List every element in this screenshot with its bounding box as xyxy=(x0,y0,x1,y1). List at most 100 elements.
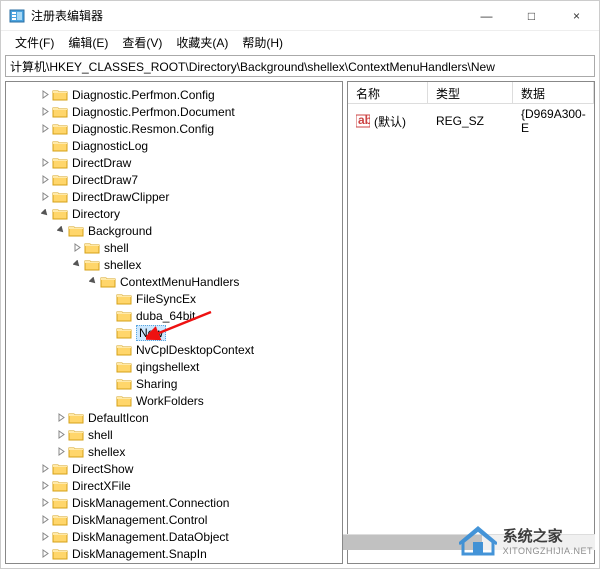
svg-text:ab: ab xyxy=(358,114,370,127)
expand-icon[interactable] xyxy=(38,462,52,476)
address-bar[interactable]: 计算机\HKEY_CLASSES_ROOT\Directory\Backgrou… xyxy=(5,55,595,77)
tree-label: duba_64bit xyxy=(136,309,195,323)
collapse-icon[interactable] xyxy=(70,258,84,272)
tree-item[interactable]: DiagnosticLog xyxy=(6,137,342,154)
tree-item[interactable]: New xyxy=(6,324,342,341)
tree-label: DiagnosticLog xyxy=(72,139,148,153)
collapse-icon[interactable] xyxy=(54,224,68,238)
tree-label: Background xyxy=(88,224,152,238)
tree-item[interactable]: NvCplDesktopContext xyxy=(6,341,342,358)
tree-label: DirectXFile xyxy=(72,479,131,493)
list-header: 名称 类型 数据 xyxy=(348,82,594,104)
tree-item[interactable]: DirectXFile xyxy=(6,477,342,494)
tree-label: Diagnostic.Resmon.Config xyxy=(72,122,214,136)
tree-item[interactable]: DefaultIcon xyxy=(6,409,342,426)
tree-label: DiskManagement.Connection xyxy=(72,496,229,510)
maximize-button[interactable]: □ xyxy=(509,1,554,30)
tree-label: New xyxy=(136,325,166,341)
menu-bar: 文件(F) 编辑(E) 查看(V) 收藏夹(A) 帮助(H) xyxy=(1,31,599,53)
expand-icon[interactable] xyxy=(38,190,52,204)
watermark-cn: 系统之家 xyxy=(503,525,593,546)
tree-item[interactable]: Diagnostic.Resmon.Config xyxy=(6,120,342,137)
list-row[interactable]: ab (默认) REG_SZ {D969A300-E xyxy=(348,104,594,138)
tree-item[interactable]: FileSyncEx xyxy=(6,290,342,307)
tree-item[interactable]: Sharing xyxy=(6,375,342,392)
tree-label: DirectShow xyxy=(72,462,133,476)
expand-icon[interactable] xyxy=(54,411,68,425)
expand-icon[interactable] xyxy=(38,513,52,527)
expand-icon[interactable] xyxy=(38,530,52,544)
address-text: 计算机\HKEY_CLASSES_ROOT\Directory\Backgrou… xyxy=(10,58,495,75)
menu-file[interactable]: 文件(F) xyxy=(9,32,60,53)
tree-label: shellex xyxy=(88,445,125,459)
expand-icon[interactable] xyxy=(70,241,84,255)
expand-icon[interactable] xyxy=(38,479,52,493)
collapse-icon[interactable] xyxy=(38,207,52,221)
tree-label: DirectDrawClipper xyxy=(72,190,169,204)
tree-item[interactable]: shell xyxy=(6,426,342,443)
tree-item[interactable]: Background xyxy=(6,222,342,239)
tree-item[interactable]: qingshellext xyxy=(6,358,342,375)
tree-label: ContextMenuHandlers xyxy=(120,275,239,289)
tree-item[interactable]: shellex xyxy=(6,443,342,460)
expand-icon[interactable] xyxy=(54,428,68,442)
tree-item[interactable]: DiskManagement.SnapIn xyxy=(6,545,342,562)
expand-icon[interactable] xyxy=(38,173,52,187)
value-type: REG_SZ xyxy=(436,114,484,128)
tree-item[interactable]: duba_64bit xyxy=(6,307,342,324)
menu-favorites[interactable]: 收藏夹(A) xyxy=(170,32,234,53)
tree-item[interactable]: Directory xyxy=(6,205,342,222)
tree-item[interactable]: DirectDrawClipper xyxy=(6,188,342,205)
value-data: {D969A300-E xyxy=(521,107,586,135)
col-type[interactable]: 类型 xyxy=(428,82,513,103)
tree-label: DiskManagement.DataObject xyxy=(72,530,229,544)
regedit-icon xyxy=(9,8,25,24)
list-pane[interactable]: 名称 类型 数据 ab (默认) REG_SZ {D969A300-E xyxy=(347,81,595,564)
expand-icon[interactable] xyxy=(38,122,52,136)
menu-edit[interactable]: 编辑(E) xyxy=(62,32,114,53)
tree-label: FileSyncEx xyxy=(136,292,196,306)
expand-icon[interactable] xyxy=(38,547,52,561)
tree-label: Diagnostic.Perfmon.Config xyxy=(72,88,215,102)
tree-label: shellex xyxy=(104,258,141,272)
tree-pane[interactable]: Diagnostic.Perfmon.Config Diagnostic.Perf… xyxy=(5,81,343,564)
col-data[interactable]: 数据 xyxy=(513,82,594,103)
tree-item[interactable]: shellex xyxy=(6,256,342,273)
close-button[interactable]: × xyxy=(554,1,599,30)
watermark-house-icon xyxy=(459,524,497,556)
watermark: 系统之家 XITONGZHIJIA.NET xyxy=(459,524,593,556)
tree-item[interactable]: Diagnostic.Perfmon.Document xyxy=(6,103,342,120)
window-title: 注册表编辑器 xyxy=(31,7,464,24)
tree-item[interactable]: ContextMenuHandlers xyxy=(6,273,342,290)
tree-label: qingshellext xyxy=(136,360,199,374)
tree-label: DirectDraw7 xyxy=(72,173,138,187)
tree-item[interactable]: shell xyxy=(6,239,342,256)
expand-icon[interactable] xyxy=(38,156,52,170)
menu-help[interactable]: 帮助(H) xyxy=(236,32,289,53)
tree-label: Sharing xyxy=(136,377,177,391)
collapse-icon[interactable] xyxy=(86,275,100,289)
expand-icon[interactable] xyxy=(38,496,52,510)
tree-label: DiskManagement.SnapIn xyxy=(72,547,207,561)
expand-icon[interactable] xyxy=(38,88,52,102)
expand-icon[interactable] xyxy=(38,105,52,119)
tree-item[interactable]: DiskManagement.Connection xyxy=(6,494,342,511)
minimize-button[interactable]: — xyxy=(464,1,509,30)
tree-item[interactable]: DirectDraw xyxy=(6,154,342,171)
tree-item[interactable]: Diagnostic.Perfmon.Config xyxy=(6,86,342,103)
tree-item[interactable]: DirectShow xyxy=(6,460,342,477)
expand-icon[interactable] xyxy=(54,445,68,459)
tree-label: shell xyxy=(88,428,113,442)
tree-item[interactable]: DiskManagement.Control xyxy=(6,511,342,528)
tree-label: Diagnostic.Perfmon.Document xyxy=(72,105,235,119)
expand-icon[interactable] xyxy=(38,564,52,565)
tree-item[interactable]: DiskManagement.SnapInAbout xyxy=(6,562,342,564)
tree-item[interactable]: WorkFolders xyxy=(6,392,342,409)
tree-item[interactable]: DiskManagement.DataObject xyxy=(6,528,342,545)
menu-view[interactable]: 查看(V) xyxy=(116,32,168,53)
watermark-en: XITONGZHIJIA.NET xyxy=(503,546,593,556)
tree-label: WorkFolders xyxy=(136,394,204,408)
tree-item[interactable]: DirectDraw7 xyxy=(6,171,342,188)
string-value-icon: ab xyxy=(356,114,370,128)
col-name[interactable]: 名称 xyxy=(348,82,428,103)
